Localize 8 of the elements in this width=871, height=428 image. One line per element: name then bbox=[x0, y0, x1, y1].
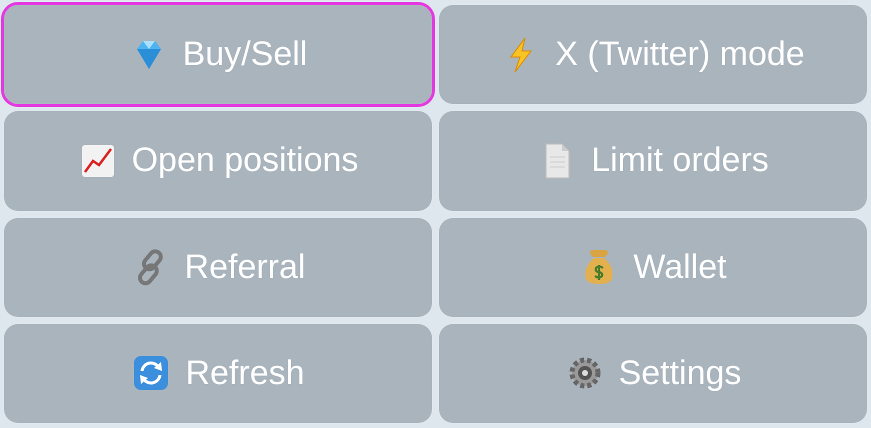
keyboard-button[interactable]: Settings bbox=[439, 324, 867, 423]
keyboard-button[interactable]: Buy/Sell bbox=[4, 5, 432, 104]
keyboard-button[interactable]: Referral bbox=[4, 218, 432, 317]
keyboard-button[interactable]: Limit orders bbox=[439, 111, 867, 210]
keyboard-button[interactable]: Refresh bbox=[4, 324, 432, 423]
keyboard-button[interactable]: Wallet bbox=[439, 218, 867, 317]
keyboard-button[interactable]: X (Twitter) mode bbox=[439, 5, 867, 104]
keyboard-button[interactable]: Open positions bbox=[4, 111, 432, 210]
